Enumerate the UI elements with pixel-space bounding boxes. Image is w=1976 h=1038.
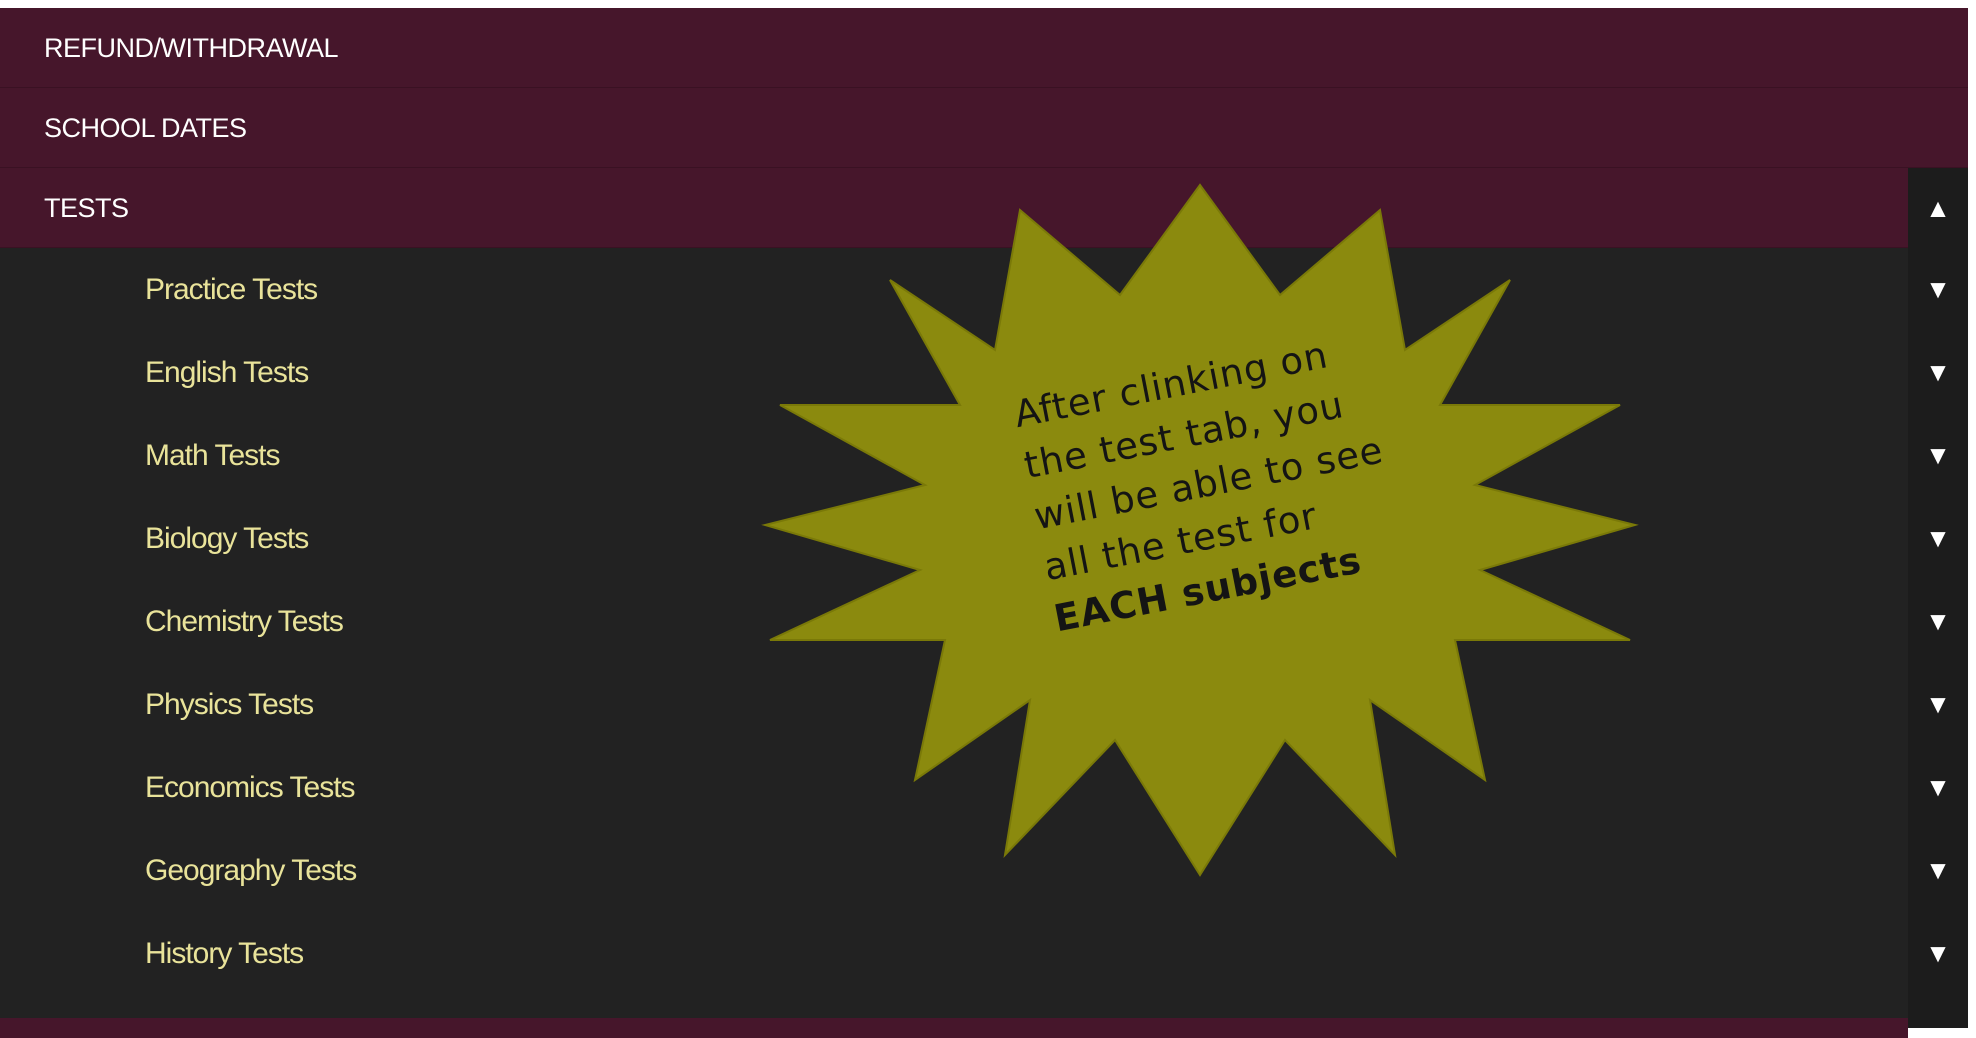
expand-arrow-icon[interactable]: ▼ xyxy=(1908,829,1968,912)
menu-item-label: REFUND/WITHDRAWAL xyxy=(44,33,338,63)
menu-item-school-dates[interactable]: SCHOOL DATES xyxy=(0,88,1968,168)
submenu-item-history-tests[interactable]: History Tests ▼ xyxy=(0,912,1968,995)
expand-arrow-icon[interactable]: ▼ xyxy=(1908,248,1968,331)
submenu-item-label: Practice Tests xyxy=(145,273,318,306)
menu-item-label: SCHOOL DATES xyxy=(44,113,247,143)
expand-arrow-icon[interactable]: ▼ xyxy=(1908,912,1968,995)
submenu-item-label: Chemistry Tests xyxy=(145,605,344,638)
submenu-item-label: Geography Tests xyxy=(145,854,357,887)
expand-arrow-icon[interactable]: ▼ xyxy=(1908,746,1968,829)
menu-item-label: TESTS xyxy=(44,193,129,223)
next-menu-item-edge xyxy=(0,1018,1908,1038)
menu-item-refund-withdrawal[interactable]: REFUND/WITHDRAWAL xyxy=(0,8,1968,88)
submenu-item-label: Physics Tests xyxy=(145,688,314,721)
submenu-item-label: Math Tests xyxy=(145,439,281,472)
submenu-item-label: History Tests xyxy=(145,937,304,970)
submenu-item-label: Biology Tests xyxy=(145,522,309,555)
expand-arrow-icon[interactable]: ▼ xyxy=(1908,497,1968,580)
expand-arrow-icon[interactable]: ▼ xyxy=(1908,414,1968,497)
expand-arrow-icon[interactable]: ▼ xyxy=(1908,331,1968,414)
submenu-item-label: English Tests xyxy=(145,356,309,389)
submenu-item-label: Economics Tests xyxy=(145,771,356,804)
expand-arrow-icon[interactable]: ▼ xyxy=(1908,580,1968,663)
collapse-arrow-icon[interactable]: ▲ xyxy=(1908,168,1968,248)
expand-arrow-icon[interactable]: ▼ xyxy=(1908,663,1968,746)
